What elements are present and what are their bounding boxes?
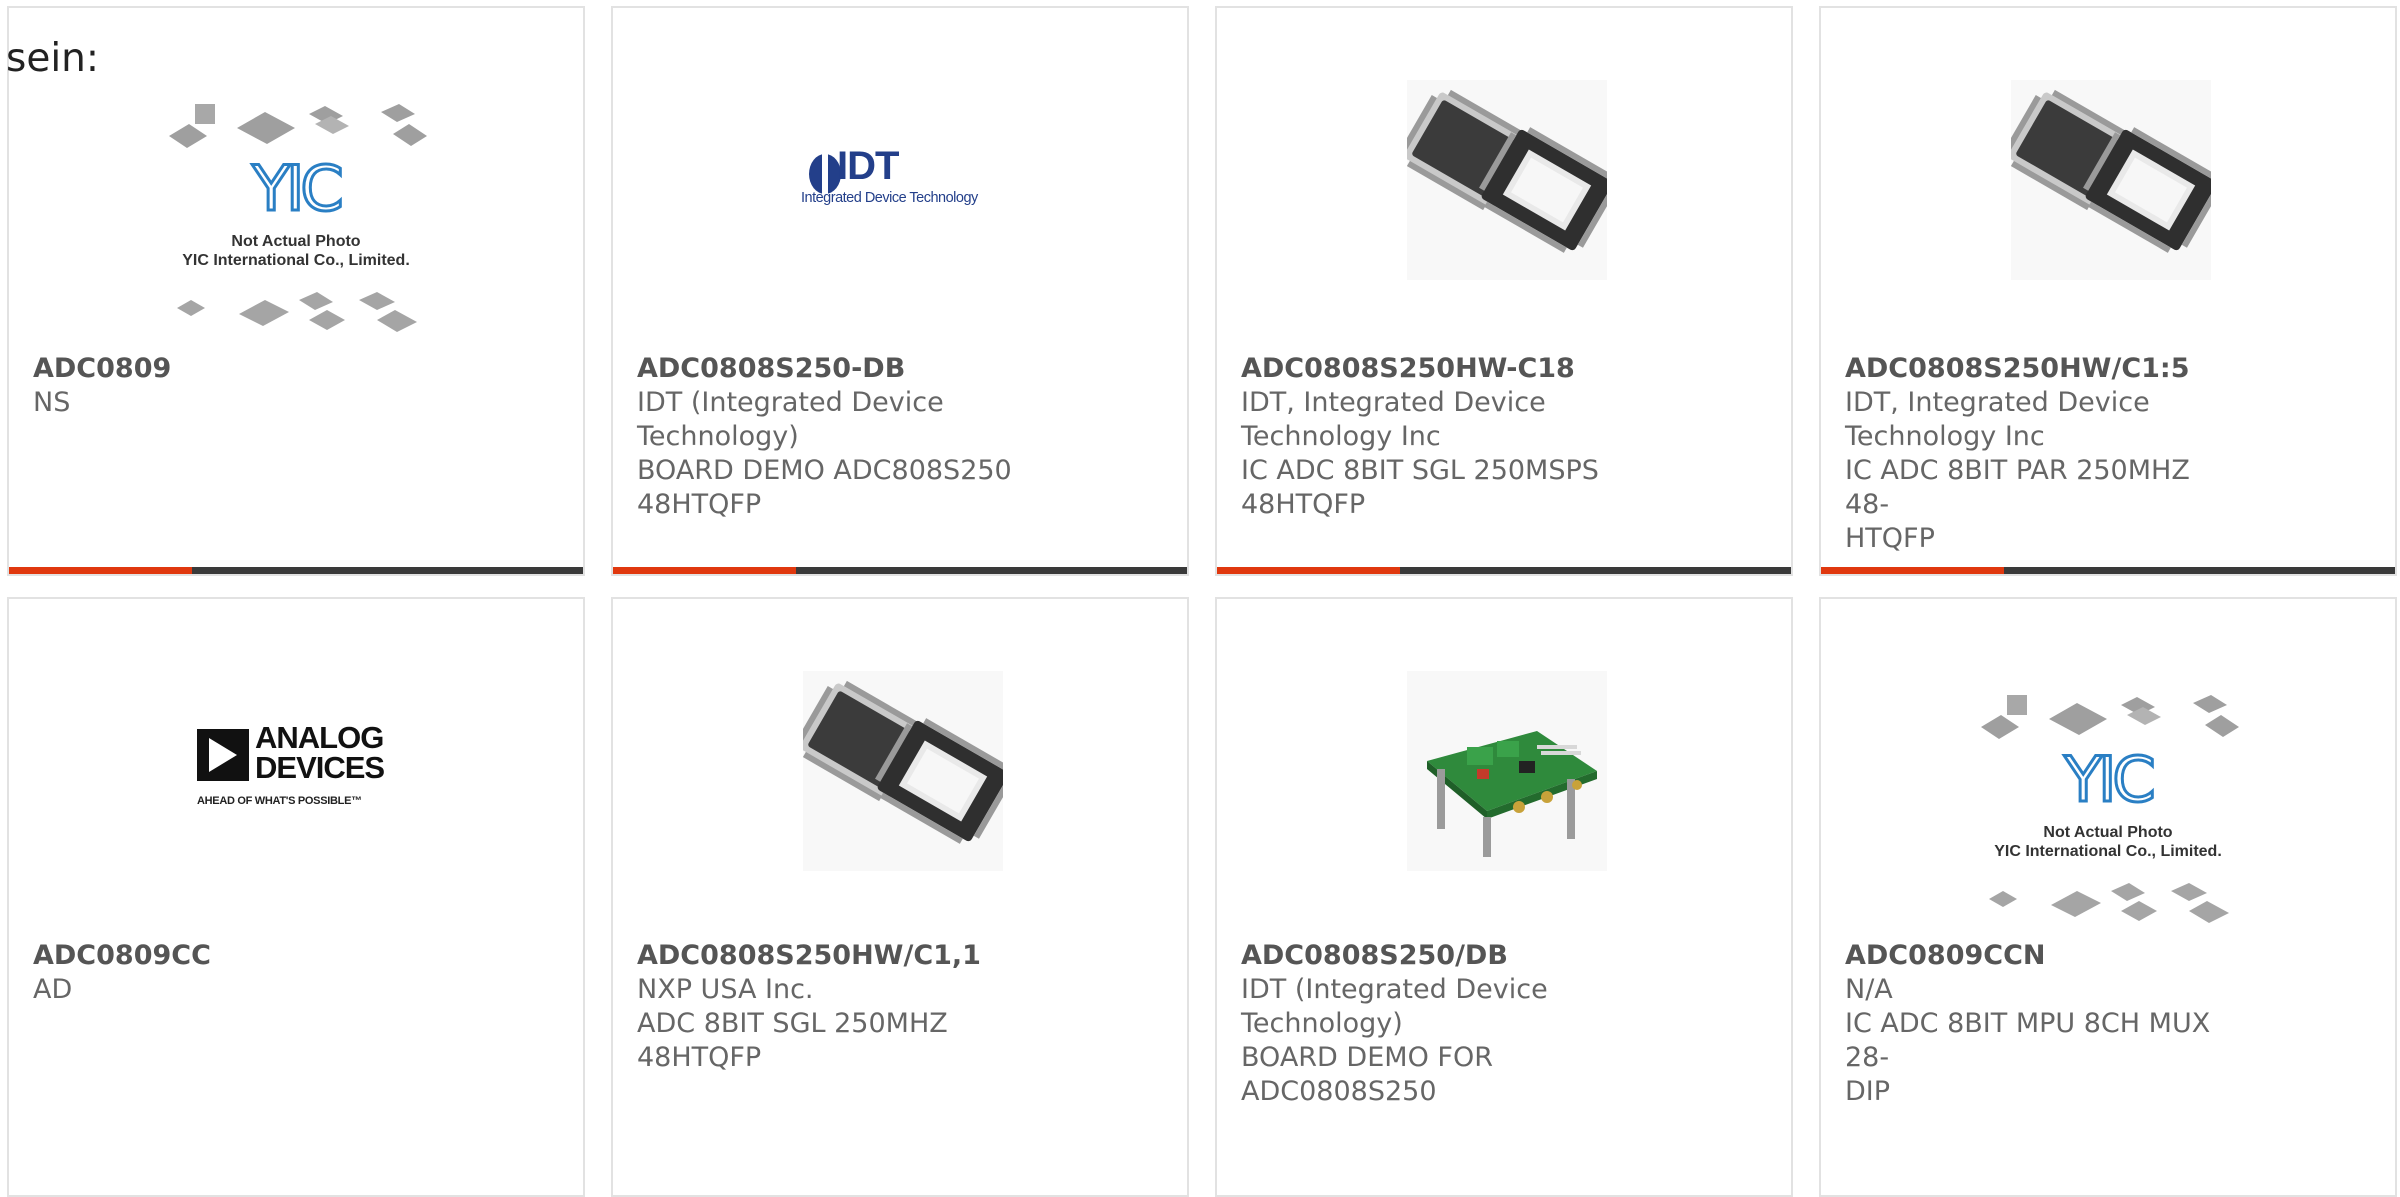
idt-wordmark: IDT xyxy=(837,144,899,188)
idt-tagline: Integrated Device Technology xyxy=(801,190,978,206)
part-number[interactable]: ADC0809CCN xyxy=(1845,939,2225,973)
product-card[interactable]: ANALOG DEVICES AHEAD OF WHAT'S POSSIBLE™… xyxy=(7,597,585,1197)
placeholder-caption: Not Actual Photo YIC International Co., … xyxy=(1994,824,2222,860)
part-number[interactable]: ADC0808S250HW-C18 xyxy=(1241,352,1621,386)
manufacturer-cont: Technology Inc xyxy=(1241,421,1441,452)
description: IC ADC 8BIT MPU 8CH MUX 28- xyxy=(1845,1008,2211,1073)
manufacturer: NXP USA Inc. xyxy=(637,974,814,1005)
manufacturer: IDT, Integrated Device xyxy=(1845,387,2150,418)
analog-devices-logo[interactable]: ANALOG DEVICES AHEAD OF WHAT'S POSSIBLE™ xyxy=(9,599,583,929)
description-cont: DIP xyxy=(1845,1076,1891,1107)
analog-devices-tagline: AHEAD OF WHAT'S POSSIBLE™ xyxy=(197,795,362,807)
part-number[interactable]: ADC0808S250-DB xyxy=(637,352,1017,386)
placeholder-caption: Not Actual Photo YIC International Co., … xyxy=(182,233,410,269)
card-footer-bar xyxy=(9,567,583,574)
yic-logo: YIC xyxy=(2063,743,2157,816)
description-cont: 48HTQFP xyxy=(637,489,762,520)
product-info: ADC0809 NS xyxy=(33,352,413,420)
part-number[interactable]: ADC0808S250/DB xyxy=(1241,939,1621,973)
manufacturer: IDT (Integrated Device xyxy=(637,387,944,418)
htqfp-chip-photo[interactable] xyxy=(1821,8,2395,348)
manufacturer-cont: Technology Inc xyxy=(1845,421,2045,452)
description-cont: 48HTQFP xyxy=(1241,489,1366,520)
htqfp-chip-photo[interactable] xyxy=(613,599,1187,929)
product-card[interactable]: ADC0808S250/DB IDT (Integrated Device Te… xyxy=(1215,597,1793,1197)
manufacturer-cont: Technology) xyxy=(1241,1008,1403,1039)
product-info: ADC0808S250HW-C18 IDT, Integrated Device… xyxy=(1241,352,1621,522)
manufacturer-cont: Technology) xyxy=(637,421,799,452)
product-info: ADC0808S250HW/C1,1 NXP USA Inc. ADC 8BIT… xyxy=(637,939,1017,1075)
description-cont: HTQFP xyxy=(1845,523,1935,554)
product-card[interactable]: YIC Not Actual Photo YIC International C… xyxy=(1819,597,2397,1197)
part-number[interactable]: ADC0809 xyxy=(33,352,413,386)
analog-devices-mark-icon xyxy=(197,729,249,781)
product-info: ADC0808S250-DB IDT (Integrated Device Te… xyxy=(637,352,1017,522)
description: BOARD DEMO FOR ADC0808S250 xyxy=(1241,1042,1493,1107)
description: ADC 8BIT SGL 250MHZ 48HTQFP xyxy=(637,1008,948,1073)
intro-text: sein: xyxy=(6,36,100,81)
part-number[interactable]: ADC0808S250HW/C1,1 xyxy=(637,939,1017,973)
idt-logo[interactable]: IDT Integrated Device Technology xyxy=(613,8,1187,348)
product-card[interactable]: ADC0808S250HW/C1,1 NXP USA Inc. ADC 8BIT… xyxy=(611,597,1189,1197)
product-card[interactable]: ADC0808S250HW/C1:5 IDT, Integrated Devic… xyxy=(1819,6,2397,576)
part-number[interactable]: ADC0808S250HW/C1:5 xyxy=(1845,352,2225,386)
product-info: ADC0809CCN N/A IC ADC 8BIT MPU 8CH MUX 2… xyxy=(1845,939,2225,1109)
card-footer-bar xyxy=(1217,567,1791,574)
product-card[interactable]: IDT Integrated Device Technology ADC0808… xyxy=(611,6,1189,576)
product-info: ADC0808S250HW/C1:5 IDT, Integrated Devic… xyxy=(1845,352,2225,556)
placeholder-photo[interactable]: YIC Not Actual Photo YIC International C… xyxy=(1821,599,2395,929)
analog-devices-wordmark: ANALOG DEVICES xyxy=(255,720,385,785)
product-card[interactable]: ADC0808S250HW-C18 IDT, Integrated Device… xyxy=(1215,6,1793,576)
demo-board-photo[interactable] xyxy=(1217,599,1791,929)
card-footer-bar xyxy=(1821,567,2395,574)
yic-logo: YIC xyxy=(251,152,345,225)
htqfp-chip-photo[interactable] xyxy=(1217,8,1791,348)
manufacturer: NS xyxy=(33,387,71,418)
description: IC ADC 8BIT SGL 250MSPS xyxy=(1241,455,1599,486)
manufacturer: N/A xyxy=(1845,974,1893,1005)
manufacturer: AD xyxy=(33,974,73,1005)
product-card[interactable]: YIC Not Actual Photo YIC International C… xyxy=(7,6,585,576)
description: BOARD DEMO ADC808S250 xyxy=(637,455,1012,486)
manufacturer: IDT (Integrated Device xyxy=(1241,974,1548,1005)
manufacturer: IDT, Integrated Device xyxy=(1241,387,1546,418)
product-info: ADC0808S250/DB IDT (Integrated Device Te… xyxy=(1241,939,1621,1109)
description: IC ADC 8BIT PAR 250MHZ 48- xyxy=(1845,455,2190,520)
product-info: ADC0809CC AD xyxy=(33,939,413,1007)
part-number[interactable]: ADC0809CC xyxy=(33,939,413,973)
card-footer-bar xyxy=(613,567,1187,574)
